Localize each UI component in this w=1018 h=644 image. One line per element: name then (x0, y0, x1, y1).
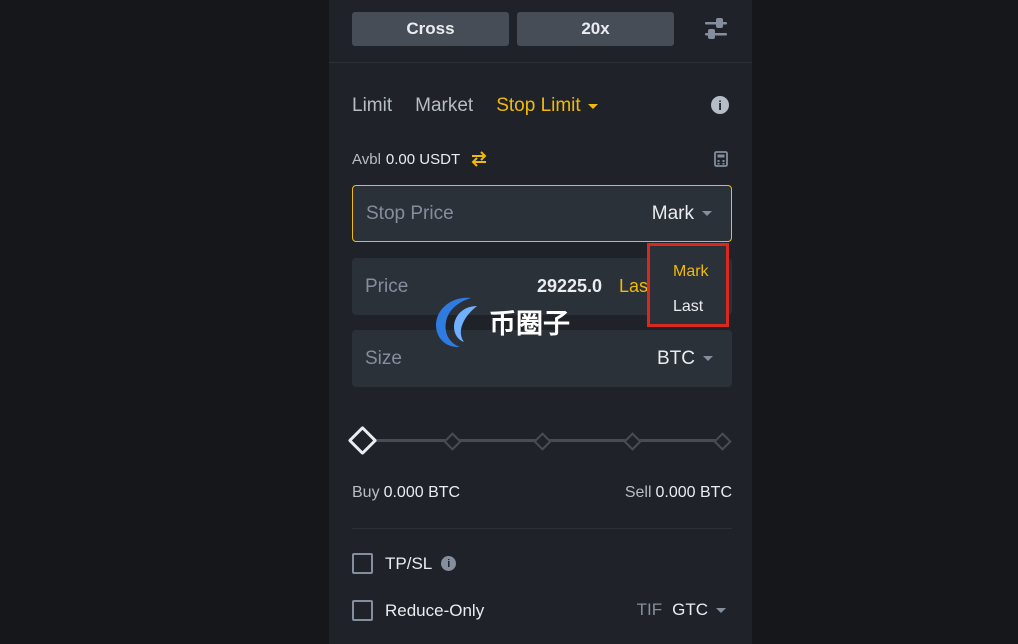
dropdown-option-last[interactable]: Last (673, 298, 703, 316)
sell-amount: Sell 0.000 BTC (625, 484, 732, 502)
tif-label: TIF (636, 600, 663, 619)
buy-label: Buy (352, 484, 380, 501)
order-type-tabs: Limit Market Stop Limit (352, 92, 621, 120)
transfer-icon[interactable] (470, 150, 488, 168)
slider-handle[interactable] (347, 425, 378, 456)
price-label: Price (365, 275, 409, 297)
size-unit-value: BTC (657, 347, 695, 369)
size-unit-select[interactable]: BTC (657, 330, 713, 387)
sell-label: Sell (624, 484, 652, 501)
reduce-only-checkbox[interactable] (352, 600, 373, 621)
tab-market[interactable]: Market (415, 95, 473, 117)
sliders-settings-icon[interactable] (703, 16, 729, 42)
available-balance: Avbl 0.00 USDT (352, 148, 488, 170)
buy-value: 0.000 BTC (383, 484, 461, 501)
info-icon[interactable]: i (711, 96, 729, 114)
watermark-logo-icon (436, 297, 477, 348)
stop-price-label: Stop Price (366, 202, 454, 224)
tpsl-option: TP/SL i (352, 553, 457, 574)
margin-mode-button[interactable]: Cross (352, 12, 509, 46)
tab-stop-limit[interactable]: Stop Limit (496, 95, 598, 117)
slider-mark-50[interactable] (533, 432, 552, 451)
tab-stop-limit-label: Stop Limit (496, 95, 581, 116)
slider-mark-100[interactable] (713, 432, 732, 451)
available-value: 0.00 USDT (385, 150, 461, 168)
calculator-icon[interactable] (714, 151, 728, 167)
tif-value: GTC (672, 600, 708, 619)
slider-mark-25[interactable] (443, 432, 462, 451)
chevron-down-icon (587, 103, 598, 109)
chevron-down-icon (702, 211, 712, 216)
available-label: Avbl (352, 150, 381, 168)
tpsl-checkbox[interactable] (352, 553, 373, 574)
size-percentage-slider[interactable] (347, 425, 732, 456)
info-icon[interactable]: i (441, 556, 457, 571)
watermark: 币圈子 (433, 292, 570, 350)
dropdown-option-mark[interactable]: Mark (673, 263, 709, 281)
reduce-only-label: Reduce-Only (385, 600, 485, 620)
tpsl-label: TP/SL (385, 553, 433, 573)
tab-limit[interactable]: Limit (352, 95, 392, 117)
leverage-button[interactable]: 20x (517, 12, 674, 46)
margin-settings-bar: Cross 20x (329, 0, 752, 63)
stop-price-trigger-value: Mark (651, 202, 694, 224)
size-label: Size (365, 347, 402, 369)
trigger-type-dropdown: Mark Last (647, 243, 729, 327)
divider (352, 528, 732, 529)
chevron-down-icon (703, 356, 713, 361)
slider-mark-75[interactable] (623, 432, 642, 451)
buy-amount: Buy 0.000 BTC (352, 484, 460, 502)
time-in-force-select[interactable]: TIF GTC (637, 600, 726, 620)
reduce-only-option: Reduce-Only (352, 600, 484, 621)
price-trigger-select[interactable]: Las (619, 258, 648, 315)
stop-price-field[interactable]: Stop Price Mark (352, 185, 732, 242)
chevron-down-icon (716, 607, 726, 613)
watermark-text: 币圈子 (489, 308, 570, 340)
stop-price-trigger-select[interactable]: Mark (652, 186, 712, 241)
sell-value: 0.000 BTC (655, 484, 732, 501)
order-panel: Cross 20x Limit Market Stop Limit i Avbl… (329, 0, 752, 644)
